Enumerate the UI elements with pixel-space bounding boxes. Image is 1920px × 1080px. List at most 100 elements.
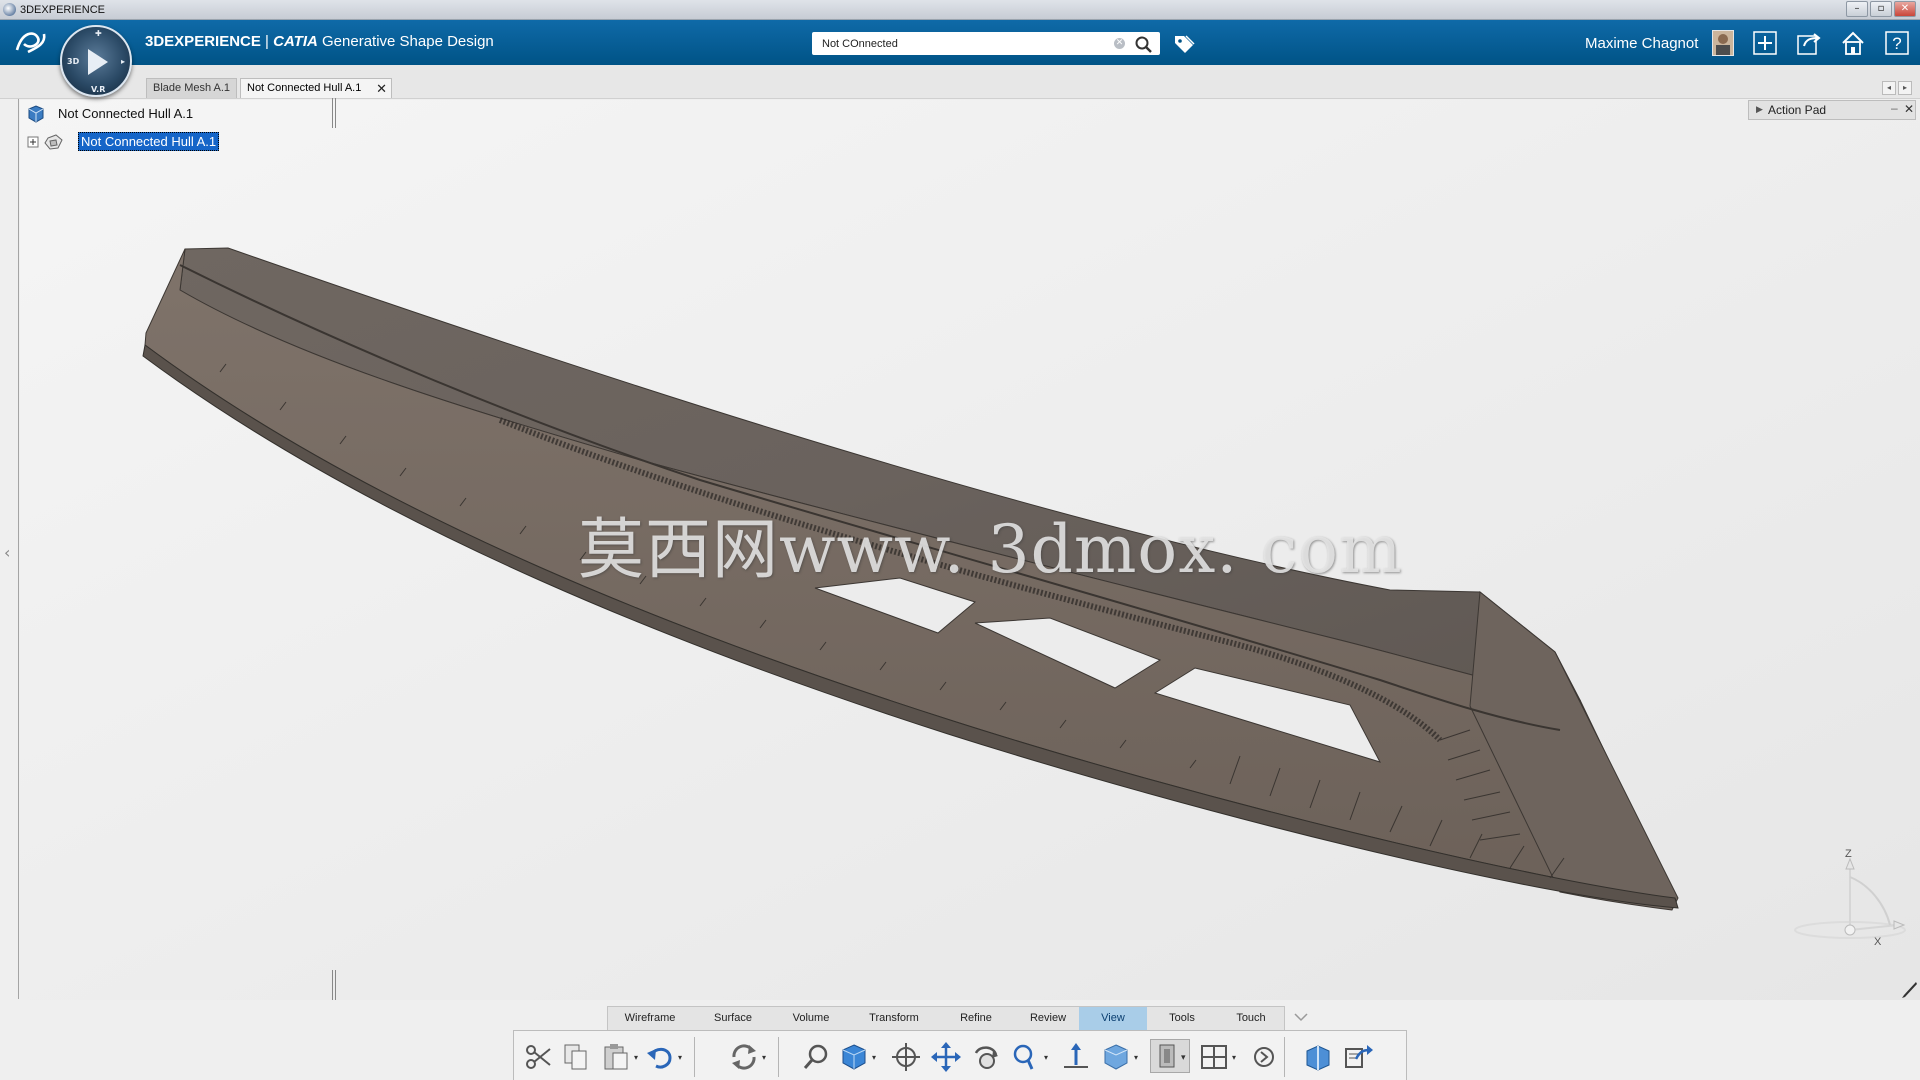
pen-icon[interactable]	[1900, 980, 1918, 1000]
hide-show-icon[interactable]: ▾	[1150, 1039, 1190, 1073]
add-icon[interactable]	[1752, 30, 1778, 56]
center-icon[interactable]	[890, 1041, 922, 1073]
product-icon	[28, 105, 44, 123]
action-pad-panel[interactable]: ▶ Action Pad – ✕	[1748, 100, 1916, 120]
expand-node-icon[interactable]	[26, 132, 76, 152]
tab-scroll-right-icon[interactable]: ▸	[1898, 81, 1912, 95]
tab-scroll-left-icon[interactable]: ◂	[1882, 81, 1896, 95]
tree-root-node[interactable]: Not Connected Hull A.1	[26, 104, 193, 127]
rotate-icon[interactable]	[970, 1041, 1002, 1073]
share-icon[interactable]	[1342, 1041, 1374, 1073]
svg-text:?: ?	[1892, 34, 1901, 53]
user-name[interactable]: Maxime Chagnot	[1585, 35, 1698, 52]
action-bar-toolbar: ▾ ▾ ▾ ▾ ▾ ▾ ▾ ▾	[513, 1030, 1407, 1080]
hull-bow-ribs	[1439, 729, 1521, 841]
undo-icon[interactable]	[644, 1041, 676, 1073]
update-dropdown-icon[interactable]: ▾	[762, 1053, 766, 1062]
layout-icon[interactable]	[1198, 1041, 1230, 1073]
app-icon	[3, 3, 16, 16]
cut-icon[interactable]	[522, 1041, 554, 1073]
clear-search-icon[interactable]: ✕	[1114, 38, 1125, 49]
maximize-button[interactable]: ▫	[1870, 1, 1892, 17]
tab-blade-mesh[interactable]: Blade Mesh A.1	[146, 78, 238, 98]
search-icon[interactable]	[1134, 35, 1154, 53]
tag-icon[interactable]	[1172, 33, 1196, 55]
search-input[interactable]	[812, 32, 1112, 55]
close-tab-icon[interactable]: ✕	[376, 81, 387, 97]
tree-child-node[interactable]: Not Connected Hull A.1	[26, 132, 220, 155]
pan-icon[interactable]	[930, 1041, 962, 1073]
left-panel-rail: ‹	[0, 99, 19, 999]
tab-refine[interactable]: Refine	[940, 1007, 1012, 1030]
layout-dropdown-icon[interactable]: ▾	[1232, 1053, 1236, 1062]
paste-icon[interactable]	[600, 1041, 632, 1073]
hull-cutout-3	[1153, 667, 1382, 763]
tab-label: Blade Mesh A.1	[153, 82, 231, 94]
help-icon[interactable]: ?	[1884, 30, 1910, 56]
os-window-title: 3DEXPERIENCE	[20, 4, 105, 16]
zoom-dropdown-icon[interactable]: ▾	[1044, 1053, 1048, 1062]
tab-view[interactable]: View	[1079, 1007, 1147, 1030]
minimize-button[interactable]: –	[1846, 1, 1868, 17]
action-pad-label: Action Pad	[1768, 103, 1827, 117]
tree-resize-handle-top[interactable]	[332, 98, 336, 128]
tree-root-label: Not Connected Hull A.1	[58, 106, 194, 121]
close-action-pad-icon[interactable]: ✕	[1904, 102, 1914, 116]
expand-panel-icon[interactable]: ‹	[4, 543, 10, 562]
update-icon[interactable]	[728, 1041, 760, 1073]
close-window-button[interactable]: ✕	[1894, 1, 1916, 17]
axis-triad-icon[interactable]: Z X	[1790, 845, 1910, 955]
view-dropdown-icon[interactable]: ▾	[872, 1053, 876, 1062]
watermark-text: 莫西网www. 3dmox. com	[578, 511, 1403, 588]
document-tab-bar: Blade Mesh A.1 Not Connected Hull A.1 ✕ …	[0, 65, 1920, 99]
tab-surface[interactable]: Surface	[692, 1007, 774, 1030]
tab-wireframe[interactable]: Wireframe	[608, 1007, 692, 1030]
tab-transform[interactable]: Transform	[848, 1007, 940, 1030]
chevron-down-icon[interactable]	[1292, 1009, 1310, 1025]
tab-tools[interactable]: Tools	[1147, 1007, 1217, 1030]
hull-bow-face	[1469, 591, 1679, 911]
compass-icon[interactable]: ✚ 3D ▸ V.R	[60, 25, 132, 97]
tab-label: Not Connected Hull A.1	[247, 82, 362, 94]
more-icon[interactable]	[1248, 1041, 1280, 1073]
search-box: ✕	[812, 32, 1160, 55]
tab-not-connected-hull[interactable]: Not Connected Hull A.1 ✕	[240, 78, 392, 98]
undo-dropdown-icon[interactable]: ▾	[678, 1053, 682, 1062]
brand-prefix: 3DEXPERIENCE	[145, 33, 261, 50]
view-cube-icon[interactable]	[838, 1041, 870, 1073]
hull-bottom-edge	[142, 344, 1679, 909]
home-icon[interactable]	[1840, 30, 1866, 56]
app-brand: 3DEXPERIENCE | CATIA Generative Shape De…	[145, 33, 494, 50]
tab-volume[interactable]: Volume	[774, 1007, 848, 1030]
avatar[interactable]	[1712, 30, 1734, 56]
hull-segment-lines	[219, 363, 1565, 879]
action-bar-section-tabs: Wireframe Surface Volume Transform Refin…	[607, 1006, 1285, 1030]
dassault-logo-icon[interactable]	[14, 28, 48, 61]
minimize-action-pad-icon[interactable]: –	[1891, 101, 1898, 115]
share-header-icon[interactable]	[1796, 30, 1822, 56]
hull-top-surface	[179, 247, 1581, 701]
tab-touch[interactable]: Touch	[1217, 1007, 1285, 1030]
tab-review[interactable]: Review	[1012, 1007, 1084, 1030]
brand-app-name: Generative Shape Design	[322, 33, 494, 50]
copy-icon[interactable]	[560, 1041, 592, 1073]
sectioning-icon[interactable]	[1302, 1041, 1334, 1073]
triad-x-label: X	[1874, 936, 1882, 948]
app-header: 3DEXPERIENCE | CATIA Generative Shape De…	[0, 20, 1920, 65]
paste-dropdown-icon[interactable]: ▾	[634, 1053, 638, 1062]
tree-resize-handle-bottom[interactable]	[332, 970, 336, 1000]
fit-all-icon[interactable]	[800, 1041, 832, 1073]
svg-text:▾: ▾	[1181, 1053, 1186, 1063]
tree-child-label: Not Connected Hull A.1	[78, 132, 220, 151]
render-style-icon[interactable]	[1100, 1041, 1132, 1073]
brand-product: CATIA	[273, 33, 318, 50]
brand-separator: |	[260, 33, 274, 50]
hull-cutout-2	[974, 617, 1162, 689]
window-controls: – ▫ ✕	[1846, 1, 1916, 17]
render-dropdown-icon[interactable]: ▾	[1134, 1053, 1138, 1062]
zoom-icon[interactable]	[1008, 1041, 1040, 1073]
expand-action-pad-icon[interactable]: ▶	[1756, 104, 1763, 115]
os-title-bar: 3DEXPERIENCE – ▫ ✕	[0, 0, 1920, 20]
triad-z-label: Z	[1845, 848, 1852, 860]
normal-view-icon[interactable]	[1060, 1041, 1092, 1073]
